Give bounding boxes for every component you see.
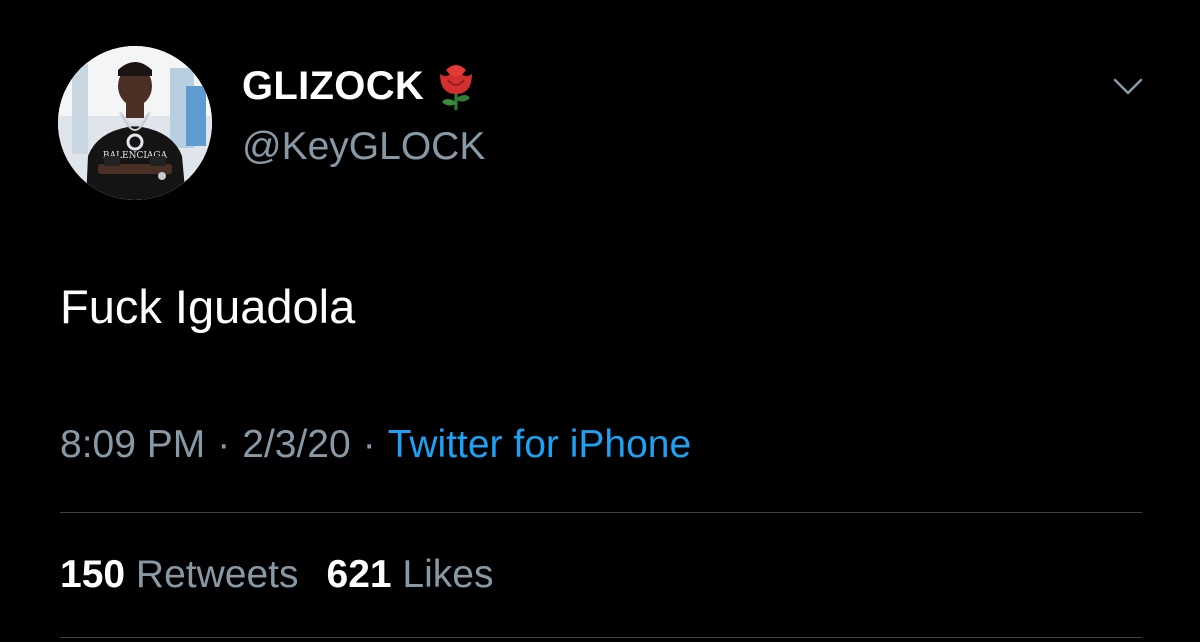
tweet-detail: BALENCIAGA GLIZOCK @KeyGLOCK Fuck Iguado… bbox=[0, 0, 1200, 642]
retweets-label: Retweets bbox=[135, 553, 299, 596]
avatar[interactable]: BALENCIAGA bbox=[58, 46, 212, 200]
likes-label: Likes bbox=[402, 553, 494, 596]
meta-separator: · bbox=[362, 423, 376, 466]
likes-stat[interactable]: 621 Likes bbox=[327, 553, 494, 596]
divider bbox=[60, 637, 1142, 638]
retweets-stat[interactable]: 150 Retweets bbox=[60, 553, 299, 596]
engagement-stats: 150 Retweets 621 Likes bbox=[60, 550, 493, 600]
display-name-text: GLIZOCK bbox=[242, 64, 425, 108]
tweet-date[interactable]: 2/3/20 bbox=[242, 423, 350, 466]
tweet-metadata: 8:09 PM · 2/3/20 · Twitter for iPhone bbox=[60, 420, 691, 470]
tweet-text: Fuck Iguadola bbox=[60, 280, 356, 333]
likes-count: 621 bbox=[326, 553, 392, 596]
display-name[interactable]: GLIZOCK bbox=[242, 60, 485, 112]
avatar-photo: BALENCIAGA bbox=[58, 46, 212, 200]
author-block: GLIZOCK @KeyGLOCK bbox=[242, 60, 485, 172]
meta-separator: · bbox=[217, 423, 231, 466]
chevron-down-icon[interactable] bbox=[1112, 76, 1144, 98]
tweet-source-link[interactable]: Twitter for iPhone bbox=[388, 423, 691, 466]
retweets-count: 150 bbox=[60, 553, 126, 596]
tweet-time[interactable]: 8:09 PM bbox=[60, 423, 205, 466]
user-handle[interactable]: @KeyGLOCK bbox=[242, 122, 485, 172]
rose-icon bbox=[440, 65, 473, 110]
divider bbox=[60, 512, 1142, 513]
